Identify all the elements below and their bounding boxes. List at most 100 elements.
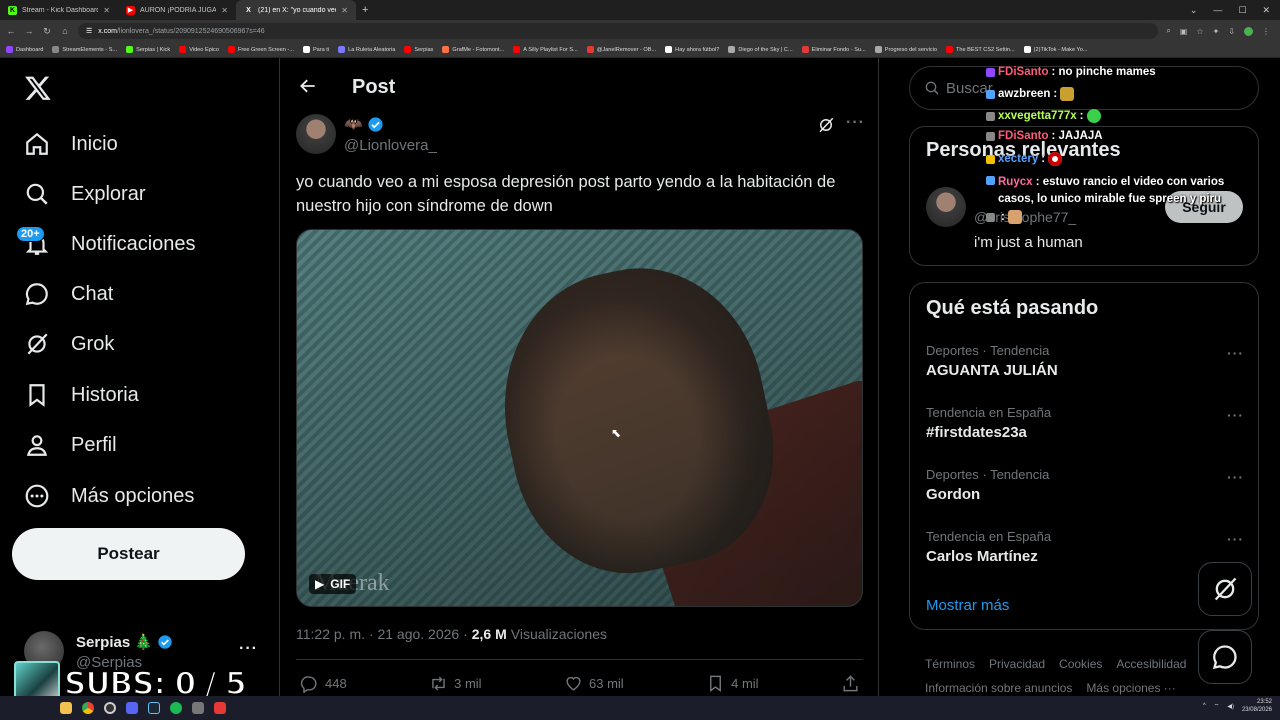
obs-icon[interactable] [104, 702, 116, 714]
bookmark-item[interactable]: Para ti [302, 46, 329, 53]
app-icon[interactable] [192, 702, 204, 714]
browser-menu-icon[interactable]: ⋮ [1262, 27, 1270, 36]
url-field[interactable]: ☰ x.com/lionlovera_/status/2090912524690… [78, 23, 1159, 39]
app-icon[interactable] [214, 702, 226, 714]
post-timestamp[interactable]: 11:22 p. m. · 21 ago. 2026 · [296, 626, 468, 642]
bookmark-favicon-icon [513, 46, 521, 53]
nav-grok[interactable]: Grok [24, 324, 114, 364]
tray-arrow-icon[interactable]: ^ [1203, 703, 1206, 709]
like-button[interactable]: 63 mil [564, 674, 624, 693]
gif-badge[interactable]: ▶ GIF [309, 574, 357, 594]
bookmark-item[interactable]: @JanelRemover - OB... [586, 46, 656, 53]
reply-button[interactable]: 448 [300, 674, 347, 693]
author-name-row[interactable]: 🦇 [344, 115, 384, 133]
steam-icon[interactable] [148, 702, 160, 714]
file-explorer-icon[interactable] [60, 702, 72, 714]
trend-item[interactable]: Deportes · Tendencia AGUANTA JULIÁN ··· [926, 343, 1246, 393]
spotify-icon[interactable] [170, 702, 182, 714]
extensions-icon[interactable]: ✦ [1213, 27, 1220, 36]
browser-tab-kick[interactable]: K Stream - Kick Dashboard ✕ [0, 0, 118, 20]
bookmark-item[interactable]: Progreso del servicio [874, 46, 937, 53]
close-window-icon[interactable]: ✕ [1262, 5, 1270, 16]
browser-tab-youtube[interactable]: ▶ AURON ¡PODRIA JUGAR con R! ✕ [118, 0, 236, 20]
browser-tab-x[interactable]: X (21) en X: "yo cuando veo a ✕ [236, 0, 356, 20]
footer-link[interactable]: Accesibilidad [1116, 657, 1186, 671]
trend-item[interactable]: Tendencia en España #firstdates23a ··· [926, 405, 1246, 455]
nav-notifications[interactable]: Notificaciones [24, 224, 196, 264]
footer-link[interactable]: Información sobre anuncios [925, 681, 1072, 695]
bookmark-item[interactable]: Serpias [404, 46, 433, 53]
reload-icon[interactable]: ↻ [42, 26, 52, 37]
bookmark-item[interactable]: Dashboard [6, 46, 43, 53]
author-handle[interactable]: @Lionlovera_ [344, 137, 437, 154]
bookmark-item[interactable]: Eliminar Fondo - Su... [801, 46, 866, 53]
bookmark-item[interactable]: StreamElements - S... [52, 46, 117, 53]
trend-item[interactable]: Deportes · Tendencia Gordon ··· [926, 467, 1246, 517]
site-info-icon[interactable]: ☰ [86, 27, 92, 35]
discord-icon[interactable] [126, 702, 138, 714]
messages-floating-button[interactable] [1198, 630, 1252, 684]
tab-search-icon[interactable]: ⌄ [1190, 5, 1198, 16]
bookmark-item[interactable]: Free Green Screen -... [227, 46, 294, 53]
badge-icon [986, 176, 995, 185]
trend-more-icon[interactable]: ··· [1227, 531, 1244, 547]
bookmark-item[interactable]: GrafMe - Fotomont... [442, 46, 504, 53]
share-button[interactable] [841, 674, 860, 693]
trend-more-icon[interactable]: ··· [1227, 345, 1244, 361]
post-media-gif[interactable]: Muerak ▶ GIF ⬉ [296, 229, 863, 607]
minimize-icon[interactable]: — [1213, 5, 1222, 15]
bookmark-item[interactable]: Serpias | Kick [126, 46, 170, 53]
nav-home[interactable]: Inicio [24, 124, 118, 164]
back-icon[interactable]: ← [6, 26, 16, 36]
bookmark-favicon-icon [6, 46, 13, 53]
show-more-link[interactable]: Mostrar más [926, 597, 1009, 614]
forward-icon[interactable]: → [24, 26, 34, 36]
footer-link[interactable]: Más opciones ··· [1086, 681, 1175, 695]
close-tab-icon[interactable]: ✕ [221, 6, 228, 15]
x-logo-icon[interactable] [24, 74, 52, 102]
back-arrow-icon[interactable] [298, 76, 318, 96]
bookmark-star-icon[interactable]: ☆ [1196, 27, 1203, 36]
maximize-icon[interactable]: ☐ [1238, 5, 1246, 16]
bookmark-item[interactable]: La Ruleta Aleatoria [338, 46, 395, 53]
close-tab-icon[interactable]: ✕ [341, 6, 348, 15]
nav-profile[interactable]: Perfil [24, 425, 117, 465]
nav-chat[interactable]: Chat [24, 274, 113, 314]
nav-explore[interactable]: Explorar [24, 174, 145, 214]
trend-more-icon[interactable]: ··· [1227, 407, 1244, 423]
footer-link[interactable]: Privacidad [989, 657, 1045, 671]
footer-link[interactable]: Cookies [1059, 657, 1102, 671]
cast-icon[interactable]: ▣ [1180, 27, 1188, 36]
bookmark-button[interactable]: 4 mil [706, 674, 759, 693]
grok-floating-button[interactable] [1198, 562, 1252, 616]
downloads-icon[interactable]: ⇩ [1228, 27, 1235, 36]
network-icon[interactable]: ⌔ [1214, 702, 1220, 710]
bookmark-item[interactable]: Diego of the Sky | C... [728, 46, 793, 53]
new-tab-icon[interactable]: + [356, 4, 374, 16]
bookmark-item[interactable]: The BEST CS2 Settin... [945, 46, 1015, 53]
volume-icon[interactable]: ◀) [1227, 703, 1234, 710]
repost-button[interactable]: 3 mil [429, 674, 482, 693]
profile-avatar-icon[interactable] [1244, 26, 1253, 36]
play-icon: ▶ [315, 577, 325, 591]
grok-icon[interactable] [817, 116, 835, 134]
bookmark-item[interactable]: (2)TikTok - Make Yo... [1023, 46, 1088, 53]
zoom-icon[interactable]: ⌕ [1166, 26, 1170, 36]
post-more-icon[interactable]: ··· [846, 114, 865, 132]
relevant-user-avatar[interactable] [926, 187, 966, 227]
nav-bookmarks[interactable]: Historia [24, 375, 139, 415]
home-icon[interactable]: ⌂ [60, 26, 70, 36]
bookmark-item[interactable]: Video Epico [179, 46, 219, 53]
nav-more-options[interactable]: Más opciones [24, 476, 194, 516]
system-clock[interactable]: 23:52 23/08/2026 [1242, 698, 1272, 714]
more-icon[interactable]: ··· [239, 640, 258, 658]
bookmark-item[interactable]: A Silly Playlist For S... [513, 46, 578, 53]
footer-links: Términos Privacidad Cookies Accesibilidad I… [925, 652, 1225, 696]
footer-link[interactable]: Términos [925, 657, 975, 671]
author-avatar[interactable] [296, 114, 336, 154]
post-button[interactable]: Postear [12, 528, 245, 580]
trend-more-icon[interactable]: ··· [1227, 469, 1244, 485]
bookmark-item[interactable]: Hay ahora fútbol? [665, 46, 719, 53]
close-tab-icon[interactable]: ✕ [103, 6, 110, 15]
chrome-icon[interactable] [82, 702, 94, 714]
